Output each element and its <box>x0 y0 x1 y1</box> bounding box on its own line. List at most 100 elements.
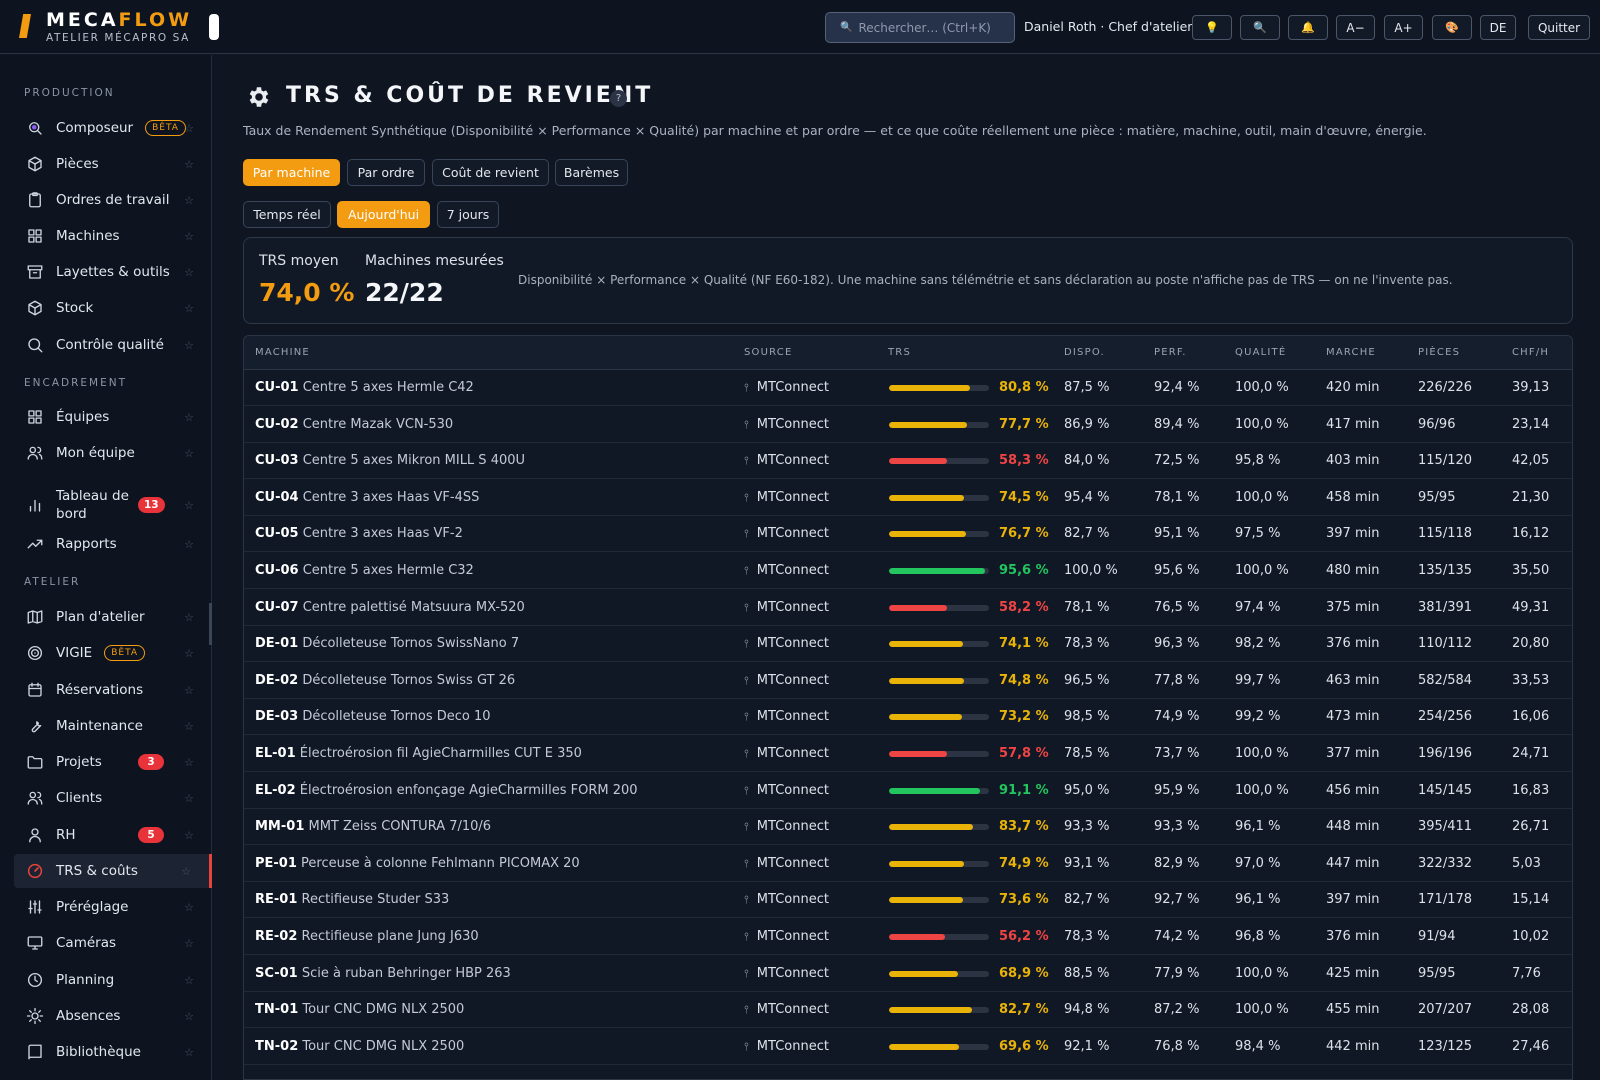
lightbulb-button[interactable]: 💡 <box>1192 15 1232 40</box>
header-button-de[interactable]: DE <box>1480 15 1516 40</box>
table-row[interactable]: CU-01 Centre 5 axes Hermle C42 ⫯ MTConnect… <box>244 370 1572 406</box>
table-row[interactable]: CU-02 Centre Mazak VCN-530 ⫯ MTConnect 77,7… <box>244 407 1572 443</box>
sidebar-item-rapports[interactable]: Rapports ☆ <box>14 527 212 561</box>
favorite-star-icon[interactable]: ☆ <box>184 499 194 512</box>
sidebar-item-rh[interactable]: RH 5 ☆ <box>14 818 212 852</box>
sidebar-item-plan-d-atelier[interactable]: Plan d'atelier ☆ <box>14 600 212 634</box>
bell-button[interactable]: 🔔 <box>1288 15 1328 40</box>
sidebar-toggle[interactable] <box>209 14 219 40</box>
period-7-jours[interactable]: 7 jours <box>437 201 499 228</box>
table-row[interactable]: TN-01 Tour CNC DMG NLX 2500 ⫯ MTConnect 82,… <box>244 992 1572 1029</box>
sidebar-item-bibliotheque[interactable]: Bibliothèque ☆ <box>14 1035 212 1069</box>
table-row[interactable]: EL-02 Électroérosion enfonçage AgieCharm… <box>244 773 1572 809</box>
sidebar-item-ordres-de-travail[interactable]: Ordres de travail ☆ <box>14 183 212 217</box>
table-row[interactable]: SC-01 Scie à ruban Behringer HBP 263 ⫯ MTC… <box>244 956 1572 992</box>
col-chf-h[interactable]: CHF/H <box>1512 347 1549 358</box>
sidebar-item-planning[interactable]: Planning ☆ <box>14 963 212 997</box>
favorite-star-icon[interactable]: ☆ <box>184 829 194 842</box>
favorite-star-icon[interactable]: ☆ <box>184 538 194 551</box>
sidebar-item-composeur[interactable]: Composeur BÊTA ☆ <box>14 111 212 145</box>
table-row[interactable]: CU-07 Centre palettisé Matsuura MX-520 ⫯ M… <box>244 590 1572 626</box>
favorite-star-icon[interactable]: ☆ <box>181 865 191 878</box>
palette-button[interactable]: 🎨 <box>1432 15 1472 40</box>
table-row[interactable]: CU-04 Centre 3 axes Haas VF-4SS ⫯ MTConnec… <box>244 480 1572 516</box>
sidebar-item-reservations[interactable]: Réservations ☆ <box>14 673 212 707</box>
sidebar-item-tableau-de-bord[interactable]: Tableau de bord 13 ☆ <box>14 482 212 528</box>
table-row[interactable]: CU-05 Centre 3 axes Haas VF-2 ⫯ MTConnect 7… <box>244 516 1572 553</box>
favorite-star-icon[interactable]: ☆ <box>184 122 194 135</box>
favorite-star-icon[interactable]: ☆ <box>184 194 194 207</box>
sidebar-item-controle-qualite[interactable]: Contrôle qualité ☆ <box>14 328 212 362</box>
favorite-star-icon[interactable]: ☆ <box>184 684 194 697</box>
sidebar-item-equipes[interactable]: Équipes ☆ <box>14 400 212 434</box>
col-perf[interactable]: PERF. <box>1154 347 1187 358</box>
favorite-star-icon[interactable]: ☆ <box>184 230 194 243</box>
source-label: MTConnect <box>756 1002 829 1018</box>
favorite-star-icon[interactable]: ☆ <box>184 647 194 660</box>
sidebar-item-machines[interactable]: Machines ☆ <box>14 219 212 253</box>
period-temps-reel[interactable]: Temps réel <box>243 201 331 228</box>
favorite-star-icon[interactable]: ☆ <box>184 447 194 460</box>
antenna-icon: ⫯ <box>744 893 749 907</box>
search-input[interactable]: 🔍 Rechercher… (Ctrl+K) <box>825 12 1015 43</box>
header-button-quitter[interactable]: Quitter <box>1528 15 1590 40</box>
sidebar-item-prereglage[interactable]: Préréglage ☆ <box>14 890 212 924</box>
favorite-star-icon[interactable]: ☆ <box>184 756 194 769</box>
count-badge: 5 <box>138 827 164 843</box>
header-button-a-[interactable]: A− <box>1336 15 1375 40</box>
sidebar-item-layettes-outils[interactable]: Layettes & outils ☆ <box>14 255 212 289</box>
table-row[interactable]: CU-06 Centre 5 axes Hermle C32 ⫯ MTConnect… <box>244 553 1572 589</box>
favorite-star-icon[interactable]: ☆ <box>184 158 194 171</box>
favorite-star-icon[interactable]: ☆ <box>184 339 194 352</box>
sidebar-item-cameras[interactable]: Caméras ☆ <box>14 926 212 960</box>
tab-par-machine[interactable]: Par machine <box>243 159 340 186</box>
table-row[interactable]: CU-03 Centre 5 axes Mikron MILL S 400U ⫯ M… <box>244 443 1572 480</box>
chf-cell: 42,05 <box>1512 453 1550 469</box>
trs-bar-fill <box>889 458 948 465</box>
sidebar-item-maintenance[interactable]: Maintenance ☆ <box>14 709 212 743</box>
favorite-star-icon[interactable]: ☆ <box>184 901 194 914</box>
table-row[interactable]: TN-02 Tour CNC DMG NLX 2500 ⫯ MTConnect 69,… <box>244 1029 1572 1065</box>
marche-cell: 417 min <box>1326 416 1380 432</box>
favorite-star-icon[interactable]: ☆ <box>184 974 194 987</box>
table-row[interactable]: RE-01 Rectifieuse Studer S33 ⫯ MTConnect 73… <box>244 882 1572 919</box>
sidebar-item-mon-equipe[interactable]: Mon équipe ☆ <box>14 436 212 470</box>
table-row[interactable]: DE-02 Décolleteuse Tornos Swiss GT 26 ⫯ MT… <box>244 663 1572 699</box>
tab-cout-de-revient[interactable]: Coût de revient <box>432 159 549 186</box>
col-trs[interactable]: TRS <box>888 347 911 358</box>
sidebar-item-trs-couts[interactable]: TRS & coûts ☆ <box>14 854 212 888</box>
col-dispo[interactable]: DISPO. <box>1064 347 1105 358</box>
table-row[interactable]: PE-01 Perceuse à colonne Fehlmann PICOMA… <box>244 846 1572 882</box>
col-marche[interactable]: MARCHE <box>1326 347 1376 358</box>
favorite-star-icon[interactable]: ☆ <box>184 1046 194 1059</box>
table-row[interactable]: DE-03 Décolleteuse Tornos Deco 10 ⫯ MTConn… <box>244 699 1572 736</box>
search-button[interactable]: 🔍 <box>1240 15 1280 40</box>
table-row[interactable]: DE-01 Décolleteuse Tornos SwissNano 7 ⫯ MT… <box>244 626 1572 663</box>
sidebar-item-projets[interactable]: Projets 3 ☆ <box>14 745 212 779</box>
table-row[interactable]: EL-01 Électroérosion fil AgieCharmilles … <box>244 736 1572 772</box>
sidebar-item-stock[interactable]: Stock ☆ <box>14 291 212 325</box>
header-button-a-[interactable]: A+ <box>1384 15 1423 40</box>
favorite-star-icon[interactable]: ☆ <box>184 937 194 950</box>
sidebar-item-clients[interactable]: Clients ☆ <box>14 781 212 815</box>
favorite-star-icon[interactable]: ☆ <box>184 302 194 315</box>
col-machine[interactable]: MACHINE <box>255 347 310 358</box>
tab-par-ordre[interactable]: Par ordre <box>347 159 425 186</box>
col-source[interactable]: SOURCE <box>744 347 793 358</box>
favorite-star-icon[interactable]: ☆ <box>184 1010 194 1023</box>
period-aujourdhui[interactable]: Aujourd'hui <box>337 201 430 228</box>
favorite-star-icon[interactable]: ☆ <box>184 720 194 733</box>
sidebar-item-absences[interactable]: Absences ☆ <box>14 999 212 1033</box>
favorite-star-icon[interactable]: ☆ <box>184 266 194 279</box>
sidebar-item-vigie[interactable]: VIGIE BÊTA ☆ <box>14 636 212 670</box>
sidebar-item-pieces[interactable]: Pièces ☆ <box>14 147 212 181</box>
col-qualite[interactable]: QUALITÉ <box>1235 347 1286 358</box>
help-icon[interactable]: ? <box>610 90 627 107</box>
col-pieces[interactable]: PIÈCES <box>1418 347 1460 358</box>
tab-baremes[interactable]: Barèmes <box>555 159 628 186</box>
favorite-star-icon[interactable]: ☆ <box>184 411 194 424</box>
table-row[interactable]: RE-02 Rectifieuse plane Jung J630 ⫯ MTConn… <box>244 919 1572 955</box>
table-row[interactable]: MM-01 MMT Zeiss CONTURA 7/10/6 ⫯ MTConnect… <box>244 809 1572 846</box>
favorite-star-icon[interactable]: ☆ <box>184 611 194 624</box>
favorite-star-icon[interactable]: ☆ <box>184 792 194 805</box>
